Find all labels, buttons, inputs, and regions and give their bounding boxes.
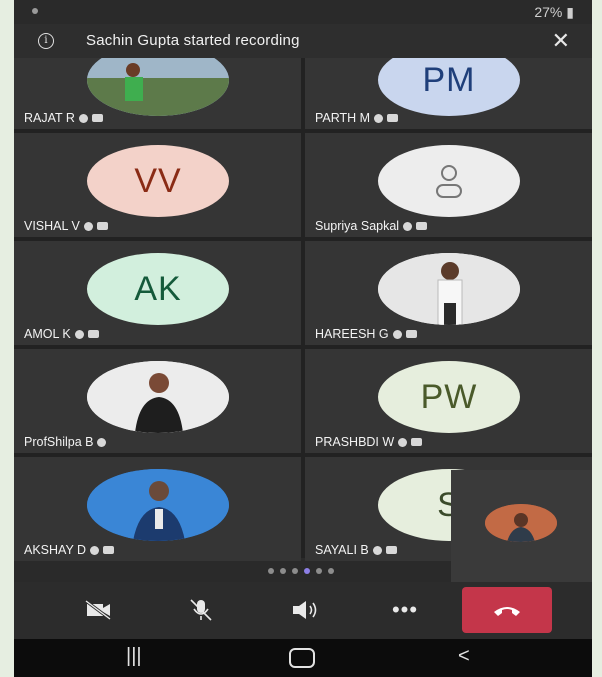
- mic-icon: [90, 545, 100, 555]
- participant-name: SAYALI B: [315, 543, 397, 557]
- participant-tile[interactable]: RAJAT R: [14, 58, 301, 129]
- avatar: [87, 58, 229, 116]
- video-icon: [411, 438, 423, 446]
- video-icon: [91, 114, 103, 122]
- participant-photo-icon: [87, 469, 229, 541]
- avatar: [87, 469, 229, 541]
- participant-photo-icon: [485, 504, 557, 542]
- meeting-screen: 27% ▮ i Sachin Gupta started recording ✕…: [14, 0, 592, 677]
- participant-tile[interactable]: AK AMOL K: [14, 241, 301, 345]
- mic-icon: [403, 221, 413, 231]
- notification-dot-icon: [32, 8, 38, 14]
- page-dot[interactable]: [268, 568, 274, 574]
- participant-name: AKSHAY D: [24, 543, 115, 557]
- participant-name: VISHAL V: [24, 219, 108, 233]
- participant-tile[interactable]: VV VISHAL V: [14, 133, 301, 237]
- participant-tile[interactable]: PM PARTH M: [305, 58, 592, 129]
- avatar: VV: [87, 145, 229, 217]
- participant-name: AMOL K: [24, 327, 99, 341]
- end-call-button[interactable]: [462, 587, 552, 633]
- page-dot[interactable]: [292, 568, 298, 574]
- mic-icon: [74, 329, 84, 339]
- battery-icon: ▮: [566, 4, 574, 20]
- more-options-button[interactable]: •••: [379, 592, 431, 628]
- mic-icon: [398, 437, 408, 447]
- mic-icon: [374, 113, 384, 123]
- device-frame: 27% ▮ i Sachin Gupta started recording ✕…: [0, 0, 602, 677]
- person-placeholder-icon: [436, 165, 462, 198]
- participant-photo-icon: [87, 58, 229, 116]
- camera-toggle-button[interactable]: [72, 592, 124, 628]
- participant-photo-icon: [378, 253, 520, 325]
- avatar: [378, 253, 520, 325]
- recording-banner: i Sachin Gupta started recording ✕: [14, 24, 592, 58]
- participant-photo-icon: [87, 361, 229, 433]
- mic-muted-icon: [97, 437, 107, 447]
- mic-icon: [392, 329, 402, 339]
- participant-tile[interactable]: Supriya Sapkal: [305, 133, 592, 237]
- page-indicator: [14, 565, 592, 577]
- mic-icon: [372, 545, 382, 555]
- avatar: PW: [378, 361, 520, 433]
- recording-message: Sachin Gupta started recording: [86, 32, 300, 49]
- avatar: AK: [87, 253, 229, 325]
- speaker-button[interactable]: [279, 592, 331, 628]
- avatar: [378, 145, 520, 217]
- battery-indicator: 27% ▮: [534, 4, 574, 21]
- participant-name: Supriya Sapkal: [315, 219, 428, 233]
- video-icon: [405, 330, 417, 338]
- self-avatar: [485, 504, 557, 542]
- video-icon: [96, 222, 108, 230]
- video-icon: [385, 546, 397, 554]
- page-dot[interactable]: [316, 568, 322, 574]
- info-icon: i: [38, 33, 54, 49]
- participant-name: ProfShilpa B: [24, 435, 107, 449]
- participant-tile[interactable]: HAREESH G: [305, 241, 592, 345]
- battery-percent: 27%: [534, 4, 563, 20]
- page-dot[interactable]: [280, 568, 286, 574]
- page-dot-active[interactable]: [304, 568, 310, 574]
- participant-tile[interactable]: AKSHAY D: [14, 457, 301, 561]
- participant-name: PARTH M: [315, 111, 399, 125]
- home-icon[interactable]: [289, 648, 315, 668]
- video-icon: [416, 222, 428, 230]
- hang-up-icon: [494, 607, 520, 616]
- video-icon: [103, 546, 115, 554]
- participant-name: PRASHBDI W: [315, 435, 423, 449]
- video-icon: [87, 330, 99, 338]
- more-icon: •••: [391, 597, 419, 622]
- video-off-icon: [85, 599, 111, 621]
- mic-toggle-button[interactable]: [175, 592, 227, 628]
- mic-icon: [83, 221, 93, 231]
- call-toolbar: •••: [14, 582, 592, 639]
- participant-name: RAJAT R: [24, 111, 103, 125]
- status-bar: 27% ▮: [14, 0, 592, 24]
- back-icon[interactable]: <: [458, 645, 470, 668]
- mic-off-icon: [190, 599, 212, 621]
- avatar: [87, 361, 229, 433]
- android-nav-bar: ||| <: [14, 639, 592, 677]
- recent-apps-icon[interactable]: |||: [126, 645, 142, 668]
- close-icon[interactable]: ✕: [552, 28, 570, 54]
- participant-tile[interactable]: PW PRASHBDI W: [305, 349, 592, 453]
- page-dot[interactable]: [328, 568, 334, 574]
- participant-tile[interactable]: ProfShilpa B: [14, 349, 301, 453]
- video-icon: [387, 114, 399, 122]
- speaker-icon: [293, 601, 317, 619]
- mic-icon: [78, 113, 88, 123]
- avatar: PM: [378, 58, 520, 116]
- participant-name: HAREESH G: [315, 327, 417, 341]
